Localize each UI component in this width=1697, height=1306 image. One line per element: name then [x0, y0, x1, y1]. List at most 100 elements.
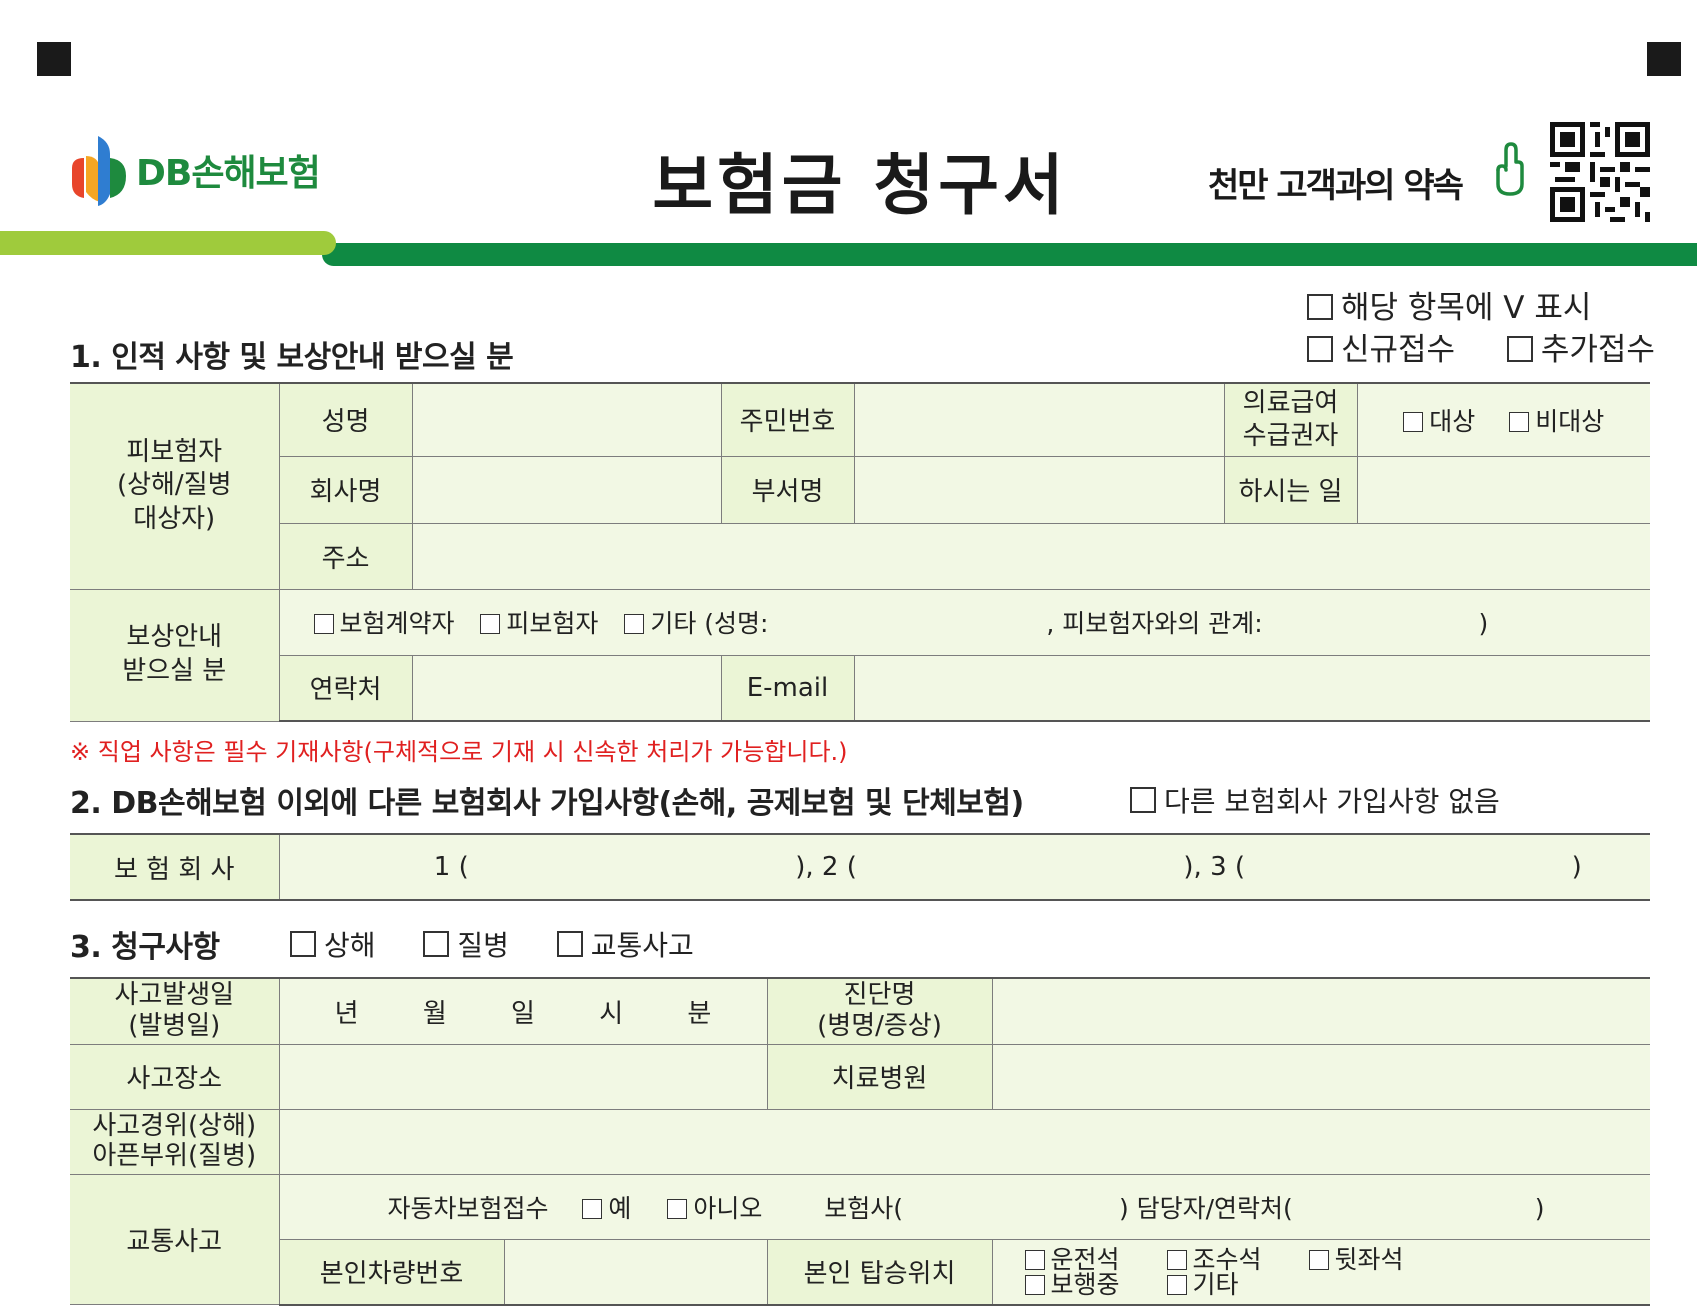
checkbox-icon[interactable]	[582, 1198, 603, 1219]
checkbox-icon[interactable]	[290, 931, 316, 957]
insurer-slot-end: )	[1571, 852, 1582, 882]
checkbox-icon[interactable]	[1403, 411, 1424, 432]
medical-aid-non-target[interactable]: 비대상	[1509, 407, 1604, 436]
medical-aid-options: 대상 비대상	[1356, 382, 1650, 457]
seat-passenger-option[interactable]: 조수석	[1166, 1247, 1309, 1272]
insurer-label: 보 험 회 사	[70, 833, 280, 901]
job-label: 하시는 일	[1223, 455, 1358, 524]
accident-place-field[interactable]	[278, 1043, 768, 1110]
section2-title: 2. DB손해보험 이외에 다른 보험회사 가입사항(손해, 공제보험 및 단체…	[70, 786, 1024, 821]
diagnosis-label: 진단명 (병명/증상)	[766, 977, 993, 1045]
header-bar-light	[0, 231, 336, 255]
seat-position-label: 본인 탑승위치	[766, 1238, 993, 1306]
checkbox-icon[interactable]	[1166, 1249, 1187, 1270]
section1-table: 피보험자 (상해/질병 대상자) 성명 주민번호 의료급여 수급권자 대상 비대…	[70, 382, 1650, 722]
section2-table: 보 험 회 사 1 ( ), 2 ( ), 3 ( )	[70, 833, 1650, 901]
checkbox-icon[interactable]	[556, 931, 583, 957]
disease-option[interactable]: 질병	[423, 929, 509, 962]
seat-other-option[interactable]: 기타	[1166, 1270, 1239, 1299]
accident-course-label: 사고경위(상해) 아픈부위(질병)	[70, 1108, 280, 1175]
seat-back-option[interactable]: 뒷좌석	[1308, 1245, 1404, 1274]
car-insurance-no[interactable]: 아니오	[667, 1194, 762, 1223]
injury-option[interactable]: 상해	[290, 929, 376, 962]
traffic-option[interactable]: 교통사고	[556, 929, 694, 962]
checkbox-icon[interactable]	[480, 614, 501, 634]
no-other-insurer-option[interactable]: 다른 보험회사 가입사항 없음	[1130, 780, 1500, 820]
checkbox-icon[interactable]	[1024, 1249, 1045, 1270]
checkbox-icon	[1307, 294, 1333, 320]
checkbox-icon[interactable]	[1509, 411, 1530, 432]
insurer-slot-1: 1 (	[433, 852, 469, 882]
job-required-note: ※ 직업 사항은 필수 기재사항(구체적으로 기재 시 신속한 처리가 가능합니…	[70, 738, 848, 766]
claim-type-options: 신규접수 추가접수	[1307, 324, 1655, 369]
mark-hint: 해당 항목에 V 표시	[1307, 282, 1591, 327]
accident-course-field[interactable]	[278, 1108, 1651, 1175]
medical-aid-target[interactable]: 대상	[1403, 407, 1475, 436]
dept-field[interactable]	[853, 455, 1225, 524]
name-label: 성명	[278, 382, 413, 457]
relation-close: )	[1478, 609, 1489, 638]
insured-option[interactable]: 피보험자	[480, 609, 598, 638]
hospital-label: 치료병원	[766, 1043, 993, 1110]
car-contact-label: ) 담당자/연락처(	[1118, 1193, 1293, 1223]
header-bar-dark	[322, 243, 1697, 266]
brand-slogan: 천만 고객과의 약속	[1208, 166, 1464, 206]
section3-table: 사고발생일 (발병일) 년 월 일 시 분 진단명 (병명/증상) 사고장소 치…	[70, 977, 1651, 1306]
checkbox-icon[interactable]	[1130, 787, 1156, 813]
car-insurer-label: 보험사(	[824, 1193, 904, 1223]
relation-label: , 피보험자와의 관계:	[1046, 609, 1263, 638]
qr-code	[1550, 122, 1650, 222]
accident-date-label: 사고발생일 (발병일)	[70, 977, 280, 1045]
insurer-slot-3: ), 3 (	[1183, 852, 1246, 882]
job-field[interactable]	[1356, 455, 1650, 524]
address-field[interactable]	[411, 522, 1650, 590]
guide-recipient-options: 보험계약자 피보험자 기타 (성명: , 피보험자와의 관계: )	[278, 588, 1650, 656]
seat-walking-option[interactable]: 보행중	[1024, 1272, 1167, 1297]
car-insurance-label: 자동차보험접수	[387, 1193, 549, 1223]
registration-mark-left	[37, 42, 71, 76]
section1-title: 1. 인적 사항 및 보상안내 받으실 분	[70, 340, 514, 375]
contact-field[interactable]	[411, 654, 722, 722]
contact-label: 연락처	[279, 654, 413, 722]
medical-aid-label: 의료급여 수급권자	[1223, 382, 1358, 457]
diagnosis-field[interactable]	[991, 977, 1651, 1045]
name-field[interactable]	[411, 382, 722, 457]
checkbox-icon[interactable]	[1506, 336, 1533, 362]
hospital-field[interactable]	[991, 1043, 1651, 1110]
hand-promise-icon	[1496, 142, 1524, 196]
checkbox-icon[interactable]	[667, 1198, 688, 1219]
policyholder-option[interactable]: 보험계약자	[313, 609, 455, 638]
address-label: 주소	[279, 522, 413, 590]
insured-label: 피보험자 (상해/질병 대상자)	[70, 382, 280, 590]
insurer-slot-2: ), 2 (	[795, 852, 857, 882]
checkbox-icon[interactable]	[423, 931, 450, 957]
insurer-slots[interactable]: 1 ( ), 2 ( ), 3 ( )	[278, 833, 1650, 901]
email-field[interactable]	[853, 654, 1650, 722]
checkbox-icon[interactable]	[313, 614, 334, 634]
car-insurance-yes[interactable]: 예	[582, 1194, 631, 1223]
accident-date-field[interactable]: 년 월 일 시 분	[278, 977, 768, 1045]
checkbox-icon[interactable]	[624, 614, 645, 634]
company-label: 회사명	[279, 455, 413, 524]
company-field[interactable]	[411, 455, 722, 524]
seat-driver-option[interactable]: 운전석	[1024, 1247, 1167, 1272]
rrn-field[interactable]	[853, 382, 1225, 457]
checkbox-icon[interactable]	[1307, 336, 1333, 362]
dept-label: 부서명	[720, 455, 855, 524]
rrn-label: 주민번호	[720, 382, 855, 457]
car-contact-close: )	[1534, 1193, 1545, 1223]
registration-mark-right	[1647, 42, 1681, 76]
email-label: E-mail	[720, 654, 855, 722]
vehicle-number-label: 본인차량번호	[279, 1238, 505, 1306]
vehicle-number-field[interactable]	[503, 1238, 768, 1306]
seat-position-options: 운전석 조수석 뒷좌석 보행중 기타	[991, 1238, 1651, 1306]
claim-category-options: 상해 질병 교통사고	[290, 924, 694, 964]
car-insurance-row: 자동차보험접수 예 아니오 보험사( ) 담당자/연락처( )	[278, 1173, 1651, 1240]
guide-recipient-label: 보상안내 받으실 분	[70, 588, 280, 722]
checkbox-icon[interactable]	[1308, 1249, 1329, 1270]
other-option[interactable]: 기타 (성명:	[624, 609, 768, 638]
additional-claim-option[interactable]: 추가접수	[1506, 332, 1655, 368]
new-claim-option[interactable]: 신규접수	[1307, 332, 1455, 368]
accident-place-label: 사고장소	[70, 1043, 280, 1110]
section3-title: 3. 청구사항	[70, 930, 220, 965]
